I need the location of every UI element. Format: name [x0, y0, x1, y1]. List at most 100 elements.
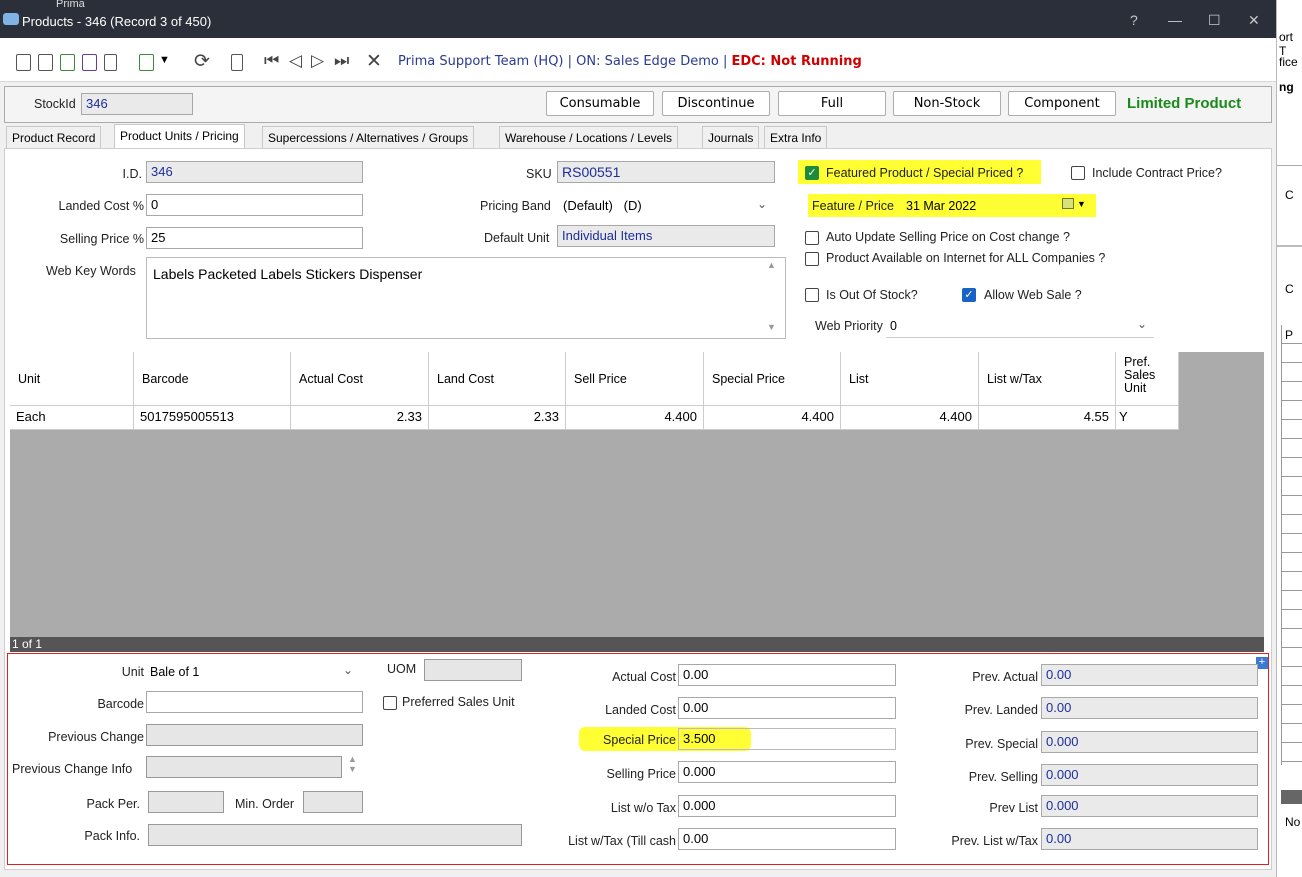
- preferred-unit-label: Preferred Sales Unit: [402, 695, 515, 709]
- grid-header-actual-cost[interactable]: Actual Cost: [291, 352, 429, 406]
- selling-pct-input[interactable]: 25: [146, 227, 363, 249]
- minimize-button[interactable]: —: [1168, 12, 1182, 28]
- id-field[interactable]: 346: [146, 161, 363, 183]
- prev-special-field[interactable]: 0.000: [1041, 731, 1258, 753]
- available-checkbox[interactable]: [805, 252, 819, 266]
- background-window: ort T fice ng C C P No: [1276, 0, 1302, 877]
- special-price-input[interactable]: 3.500: [678, 728, 896, 750]
- landed-pct-input[interactable]: 0: [146, 194, 363, 216]
- detail-barcode-input[interactable]: [146, 691, 363, 713]
- detail-unit-select[interactable]: Bale of 1 ⌄: [146, 660, 364, 682]
- sku-field[interactable]: RS00551: [557, 161, 775, 183]
- discontinue-button[interactable]: Discontinue: [662, 91, 770, 116]
- grid-header-list-tax[interactable]: List w/Tax: [979, 352, 1116, 406]
- preferred-unit-checkbox[interactable]: [383, 696, 397, 710]
- grid-cell-actual-cost[interactable]: 2.33: [291, 406, 429, 430]
- grid-cell-pref-unit[interactable]: Y: [1116, 406, 1179, 430]
- list-w-tax-input[interactable]: 0.00: [678, 828, 896, 850]
- stockid-field[interactable]: 346: [81, 93, 193, 115]
- component-button[interactable]: Component: [1008, 91, 1116, 116]
- add-icon[interactable]: [139, 54, 154, 71]
- new-icon[interactable]: [16, 54, 31, 71]
- scroll-down-icon[interactable]: ▼: [767, 322, 776, 332]
- save-new-icon[interactable]: [60, 54, 75, 71]
- calendar-icon[interactable]: [1062, 198, 1074, 209]
- feature-price-date[interactable]: 31 Mar 2022: [906, 199, 976, 213]
- maximize-button[interactable]: ☐: [1208, 12, 1221, 29]
- prev-icon[interactable]: ◁: [289, 51, 302, 71]
- chevron-down-icon: ⌄: [343, 663, 354, 677]
- grid-cell-sell-price[interactable]: 4.400: [566, 406, 704, 430]
- uom-label: UOM: [387, 662, 417, 676]
- full-button[interactable]: Full: [778, 91, 886, 116]
- next-icon[interactable]: ▷: [311, 51, 324, 71]
- prev-actual-field[interactable]: 0.00: [1041, 664, 1258, 686]
- grid-header-sell-price[interactable]: Sell Price: [566, 352, 704, 406]
- prev-info-field[interactable]: [146, 756, 342, 778]
- save-icon[interactable]: [38, 54, 53, 71]
- web-priority-value: 0: [890, 319, 897, 333]
- default-unit-label: Default Unit: [484, 231, 550, 245]
- grid-header-pref-unit[interactable]: Pref. Sales Unit: [1116, 352, 1179, 406]
- grid-cell-list[interactable]: 4.400: [841, 406, 979, 430]
- prev-landed-field[interactable]: 0.00: [1041, 697, 1258, 719]
- grid-cell-list-tax[interactable]: 4.55: [979, 406, 1116, 430]
- close-button[interactable]: ✕: [1248, 12, 1260, 29]
- landed-cost-input[interactable]: 0.00: [678, 697, 896, 719]
- dropdown-icon[interactable]: ▼: [159, 54, 170, 66]
- non-stock-button[interactable]: Non-Stock: [893, 91, 1001, 116]
- spin-icon[interactable]: ▲ ▼: [348, 754, 357, 774]
- keywords-textarea[interactable]: Labels Packeted Labels Stickers Dispense…: [146, 257, 786, 339]
- grid-cell-unit[interactable]: Each: [10, 406, 134, 430]
- prev-list-field[interactable]: 0.000: [1041, 795, 1258, 817]
- out-of-stock-checkbox[interactable]: [805, 288, 819, 302]
- uom-field[interactable]: [424, 659, 522, 681]
- featured-label: Featured Product / Special Priced ?: [826, 166, 1024, 180]
- selling-price-input[interactable]: 0.000: [678, 761, 896, 783]
- grid-header-land-cost-text: Land Cost: [437, 372, 494, 386]
- web-sale-checkbox[interactable]: ✓: [962, 288, 976, 302]
- default-unit-field[interactable]: Individual Items: [557, 225, 775, 247]
- help-button[interactable]: ?: [1130, 12, 1138, 28]
- actual-cost-input[interactable]: 0.00: [678, 664, 896, 686]
- prev-list-tax-field[interactable]: 0.00: [1041, 828, 1258, 850]
- grid-header-barcode[interactable]: Barcode: [134, 352, 291, 406]
- grid-cell-land-cost[interactable]: 2.33: [429, 406, 566, 430]
- grid-header-land-cost[interactable]: Land Cost: [429, 352, 566, 406]
- web-priority-select[interactable]: 0 ⌄: [886, 314, 1154, 338]
- scroll-up-icon[interactable]: ▲: [767, 260, 776, 270]
- auto-update-checkbox[interactable]: [805, 231, 819, 245]
- window-title: Products - 346 (Record 3 of 450): [22, 14, 212, 29]
- consumable-button[interactable]: Consumable: [546, 91, 654, 116]
- grid-header-barcode-text: Barcode: [142, 372, 189, 386]
- tab-warehouse[interactable]: Warehouse / Locations / Levels: [499, 126, 678, 148]
- calendar-dropdown-icon[interactable]: ▼: [1077, 199, 1086, 209]
- tab-supercessions[interactable]: Supercessions / Alternatives / Groups: [262, 126, 475, 148]
- pricing-band-select[interactable]: (Default) (D) ⌄: [557, 194, 775, 216]
- min-order-field[interactable]: [303, 791, 363, 813]
- clipboard-icon[interactable]: [231, 54, 243, 71]
- pack-per-field[interactable]: [148, 791, 224, 813]
- contract-checkbox[interactable]: [1071, 166, 1085, 180]
- featured-checkbox[interactable]: ✓: [805, 166, 819, 180]
- last-icon[interactable]: ⏭: [334, 51, 349, 71]
- prev-selling-field[interactable]: 0.000: [1041, 764, 1258, 786]
- grid-header-unit[interactable]: Unit: [10, 352, 134, 406]
- tab-product-record[interactable]: Product Record: [6, 126, 102, 148]
- save-copy-icon[interactable]: [82, 54, 97, 71]
- grid-header-special-price[interactable]: Special Price: [704, 352, 841, 406]
- list-wo-tax-input[interactable]: 0.000: [678, 795, 896, 817]
- refresh-icon[interactable]: ⟳: [194, 50, 210, 73]
- tools-icon[interactable]: ✕: [366, 50, 382, 73]
- tab-extra-info[interactable]: Extra Info: [764, 126, 828, 148]
- prev-change-field[interactable]: [146, 724, 363, 746]
- delete-icon[interactable]: [104, 54, 117, 71]
- tab-journals[interactable]: Journals: [702, 126, 760, 148]
- grid-cell-special-price[interactable]: 4.400: [704, 406, 841, 430]
- grid-cell-barcode[interactable]: 5017595005513: [134, 406, 291, 430]
- first-icon[interactable]: ⏮: [264, 51, 279, 71]
- tab-units-pricing[interactable]: Product Units / Pricing: [114, 124, 245, 148]
- grid-header-list[interactable]: List: [841, 352, 979, 406]
- grid-record-count: 1 of 1: [10, 637, 1264, 652]
- pack-info-field[interactable]: [148, 824, 522, 846]
